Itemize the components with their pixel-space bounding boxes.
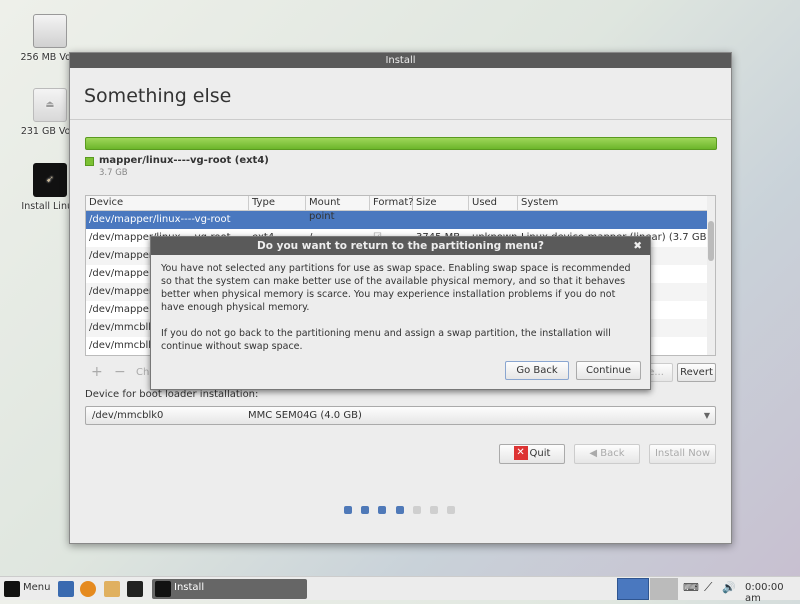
col-type[interactable]: Type <box>249 196 306 210</box>
workspace-1[interactable] <box>617 578 649 600</box>
cell-mount <box>306 211 370 229</box>
close-icon: ✕ <box>513 446 528 460</box>
partition-bar <box>85 137 717 150</box>
divider <box>70 119 731 120</box>
task-label: Install <box>174 582 205 593</box>
dialog-titlebar: Do you want to return to the partitionin… <box>151 237 650 255</box>
partition-label: mapper/linux----vg-root (ext4) <box>99 155 269 166</box>
col-device[interactable]: Device <box>86 196 249 210</box>
network-icon[interactable]: ⟋ <box>704 580 712 595</box>
progress-dot <box>412 506 421 514</box>
revert-button[interactable]: Revert <box>677 363 716 382</box>
change-partition-button[interactable]: Ch <box>136 367 149 378</box>
workspace-2[interactable] <box>650 578 678 600</box>
install-now-button[interactable]: Install Now <box>649 444 716 464</box>
progress-dot <box>361 506 370 514</box>
bootloader-label: Device for boot loader installation: <box>85 389 259 400</box>
dialog-title: Do you want to return to the partitionin… <box>257 240 544 252</box>
add-partition-button[interactable]: + <box>91 364 103 380</box>
editor-icon[interactable] <box>58 581 74 597</box>
remove-partition-button[interactable]: − <box>114 364 126 380</box>
firefox-icon[interactable] <box>80 581 96 597</box>
quit-button[interactable]: ✕ Quit <box>499 444 565 464</box>
taskbar: Menu Install ⌨ ⟋ 🔊 0:00:00 am <box>0 576 800 604</box>
bootloader-description: MMC SEM04G (4.0 GB) <box>248 410 362 421</box>
progress-dot <box>430 506 438 514</box>
progress-dot <box>447 506 456 514</box>
col-used[interactable]: Used <box>469 196 518 210</box>
drive-icon <box>33 14 67 48</box>
progress-dot <box>395 506 404 514</box>
progress-dot <box>378 506 387 514</box>
col-format[interactable]: Format? <box>370 196 414 210</box>
keyboard-icon[interactable]: ⌨ <box>683 581 699 594</box>
cell-format <box>370 211 413 229</box>
eject-icon: ⏏ <box>33 88 67 122</box>
go-back-button[interactable]: Go Back <box>505 361 569 380</box>
terminal-icon[interactable] <box>127 581 143 597</box>
swap-warning-dialog: Do you want to return to the partitionin… <box>150 236 651 390</box>
cell-used <box>469 211 518 229</box>
chevron-down-icon: ▼ <box>703 411 710 420</box>
col-size[interactable]: Size <box>413 196 469 210</box>
back-button[interactable]: ◀ Back <box>574 444 640 464</box>
bootloader-device-select[interactable]: /dev/mmcblk0 MMC SEM04G (4.0 GB) ▼ <box>85 406 716 425</box>
cell-size <box>413 211 469 229</box>
cell-type <box>249 211 306 229</box>
col-system[interactable]: System <box>518 196 715 210</box>
install-icon <box>155 581 171 597</box>
scrollbar-thumb[interactable] <box>708 221 714 261</box>
table-row[interactable]: /dev/mapper/linux----vg-root <box>86 211 715 229</box>
continue-button[interactable]: Continue <box>576 361 641 380</box>
dialog-note: If you do not go back to the partitionin… <box>161 328 611 352</box>
back-label: Back <box>600 448 625 459</box>
progress-dot <box>344 506 352 514</box>
legend-swatch <box>85 157 94 166</box>
window-title: Install <box>70 53 731 68</box>
back-arrow-icon: ◀ <box>589 448 601 459</box>
bootloader-device: /dev/mmcblk0 <box>92 410 164 421</box>
close-icon[interactable]: ✖ <box>633 237 642 255</box>
home-folder-icon[interactable] <box>104 581 120 597</box>
install-icon: ➹ <box>33 163 67 197</box>
dialog-message: You have not selected any partitions for… <box>161 263 631 313</box>
volume-icon[interactable]: 🔊 <box>722 581 736 594</box>
cell-device: /dev/mapper/linux----vg-root <box>89 214 231 225</box>
taskbar-item-install[interactable]: Install <box>152 579 307 599</box>
quit-label: Quit <box>529 448 551 459</box>
col-mount[interactable]: Mount point <box>306 196 370 222</box>
partition-size: 3.7 GB <box>99 168 128 178</box>
menu-icon[interactable] <box>4 581 20 597</box>
menu-button[interactable]: Menu <box>23 582 50 593</box>
table-header: Device Type Mount point Format? Size Use… <box>86 196 715 222</box>
cell-system <box>518 211 715 229</box>
clock[interactable]: 0:00:00 am <box>745 582 800 604</box>
scrollbar[interactable] <box>707 196 715 355</box>
page-title: Something else <box>84 85 232 107</box>
